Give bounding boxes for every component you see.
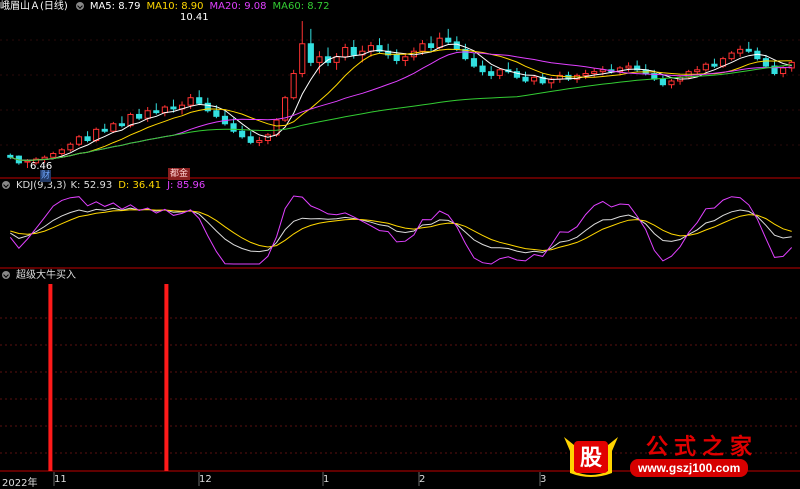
watermark-logo: 股 公式之家 www.gszj100.com [558,427,800,483]
candle-body [367,45,375,52]
candle-body [737,48,744,54]
candle-body [496,69,503,76]
candle-body [136,113,143,119]
candle-body [780,67,787,75]
ma20-legend: MA20: 9.08 [209,1,267,12]
candle-body [668,80,675,86]
candle-body [256,140,263,143]
ma60-legend: MA60: 8.72 [272,1,330,12]
signal-collapse-icon[interactable] [2,271,10,279]
watermark-badge-icon: 股 [564,437,618,477]
candle-body [582,73,589,76]
candle-body [58,149,65,155]
candle-body [282,97,289,121]
candle-body [393,54,400,62]
kdj-j-value: J: 85.96 [167,180,206,191]
candle-body [591,71,598,75]
candle-body [307,43,314,63]
ma5-line [10,43,792,161]
buy-signal-bar [164,284,169,471]
kdj-panel-header: KDJ(9,3,3) K: 52.93 D: 36.41 J: 85.96 [0,180,211,192]
timeline-tick-3: 3 [540,474,547,485]
kdj-d-value: D: 36.41 [118,180,162,191]
candle-body [531,76,538,82]
kdj-d-line [10,209,792,252]
buy-signal-bar [48,284,53,471]
candle-body [161,106,168,114]
candle-body [67,143,74,151]
watermark-url: www.gszj100.com [630,459,749,477]
candle-body [445,37,452,43]
candle-body [419,43,426,52]
ma5-legend: MA5: 8.79 [89,1,141,12]
candle-body [230,123,237,132]
candle-body [522,76,529,82]
timeline-tick-1: 1 [323,474,330,485]
candle-body [316,56,323,63]
candle-body [342,46,349,58]
candle-body [264,134,271,142]
candle-body [745,48,752,52]
stock-name: 峨眉山Ａ(日线) [0,1,68,12]
candle-body [410,50,417,58]
candle-body [290,73,297,99]
candle-body [453,41,460,50]
kdj-k-line [10,207,792,254]
candle-body [436,37,443,48]
candle-body [75,136,83,145]
candle-body [84,136,91,142]
candle-body [170,106,177,110]
kdj-collapse-icon[interactable] [2,181,10,189]
candle-body [299,43,306,75]
candle-body [625,65,632,69]
ma10-legend: MA10: 8.90 [146,1,204,12]
candle-body [728,52,735,60]
candle-body [427,43,435,48]
kdj-k-value: K: 52.93 [70,180,113,191]
signal-panel-header: 超级大牛买入 [0,270,82,282]
timeline-year: 2022年 [2,478,38,489]
candle-body [702,63,709,71]
signal-panel-label: 超级大牛买入 [16,270,76,281]
low-tag: 财 [40,170,52,182]
candle-body [694,69,701,73]
timeline-tick-12: 12 [199,474,212,485]
kdj-j-line [9,195,793,265]
candle-body [247,136,254,143]
candle-body [144,110,151,119]
high-price-label: 10.41 [180,12,209,23]
candle-body [7,154,14,158]
watermark-badge-text: 股 [580,446,602,471]
candle-body [239,130,246,138]
watermark-title: 公式之家 [646,434,759,460]
timeline-tick-11: 11 [54,474,67,485]
candle-body [470,58,478,67]
candle-body [101,128,108,132]
candle-body [350,46,357,56]
candle-body [711,63,718,67]
price-panel-header: 峨眉山Ａ(日线) MA5: 8.79 MA10: 8.90 MA20: 9.08 MA6… [0,1,336,13]
candle-body [762,58,770,67]
candle-body [110,123,117,132]
candle-body [118,123,125,127]
timeline-tick-2: 2 [419,474,426,485]
candle-body [402,56,409,62]
candle-body [659,78,666,86]
candle-body [488,71,495,76]
event-tag: 都金 [168,168,191,180]
candle-body [187,97,194,106]
candle-body [479,65,486,73]
candle-body [153,110,160,114]
candle-body [50,153,57,158]
candle-body [196,97,203,104]
candle-body [213,110,220,117]
stock-chart[interactable] [0,0,800,486]
panel-collapse-icon[interactable] [75,2,84,10]
